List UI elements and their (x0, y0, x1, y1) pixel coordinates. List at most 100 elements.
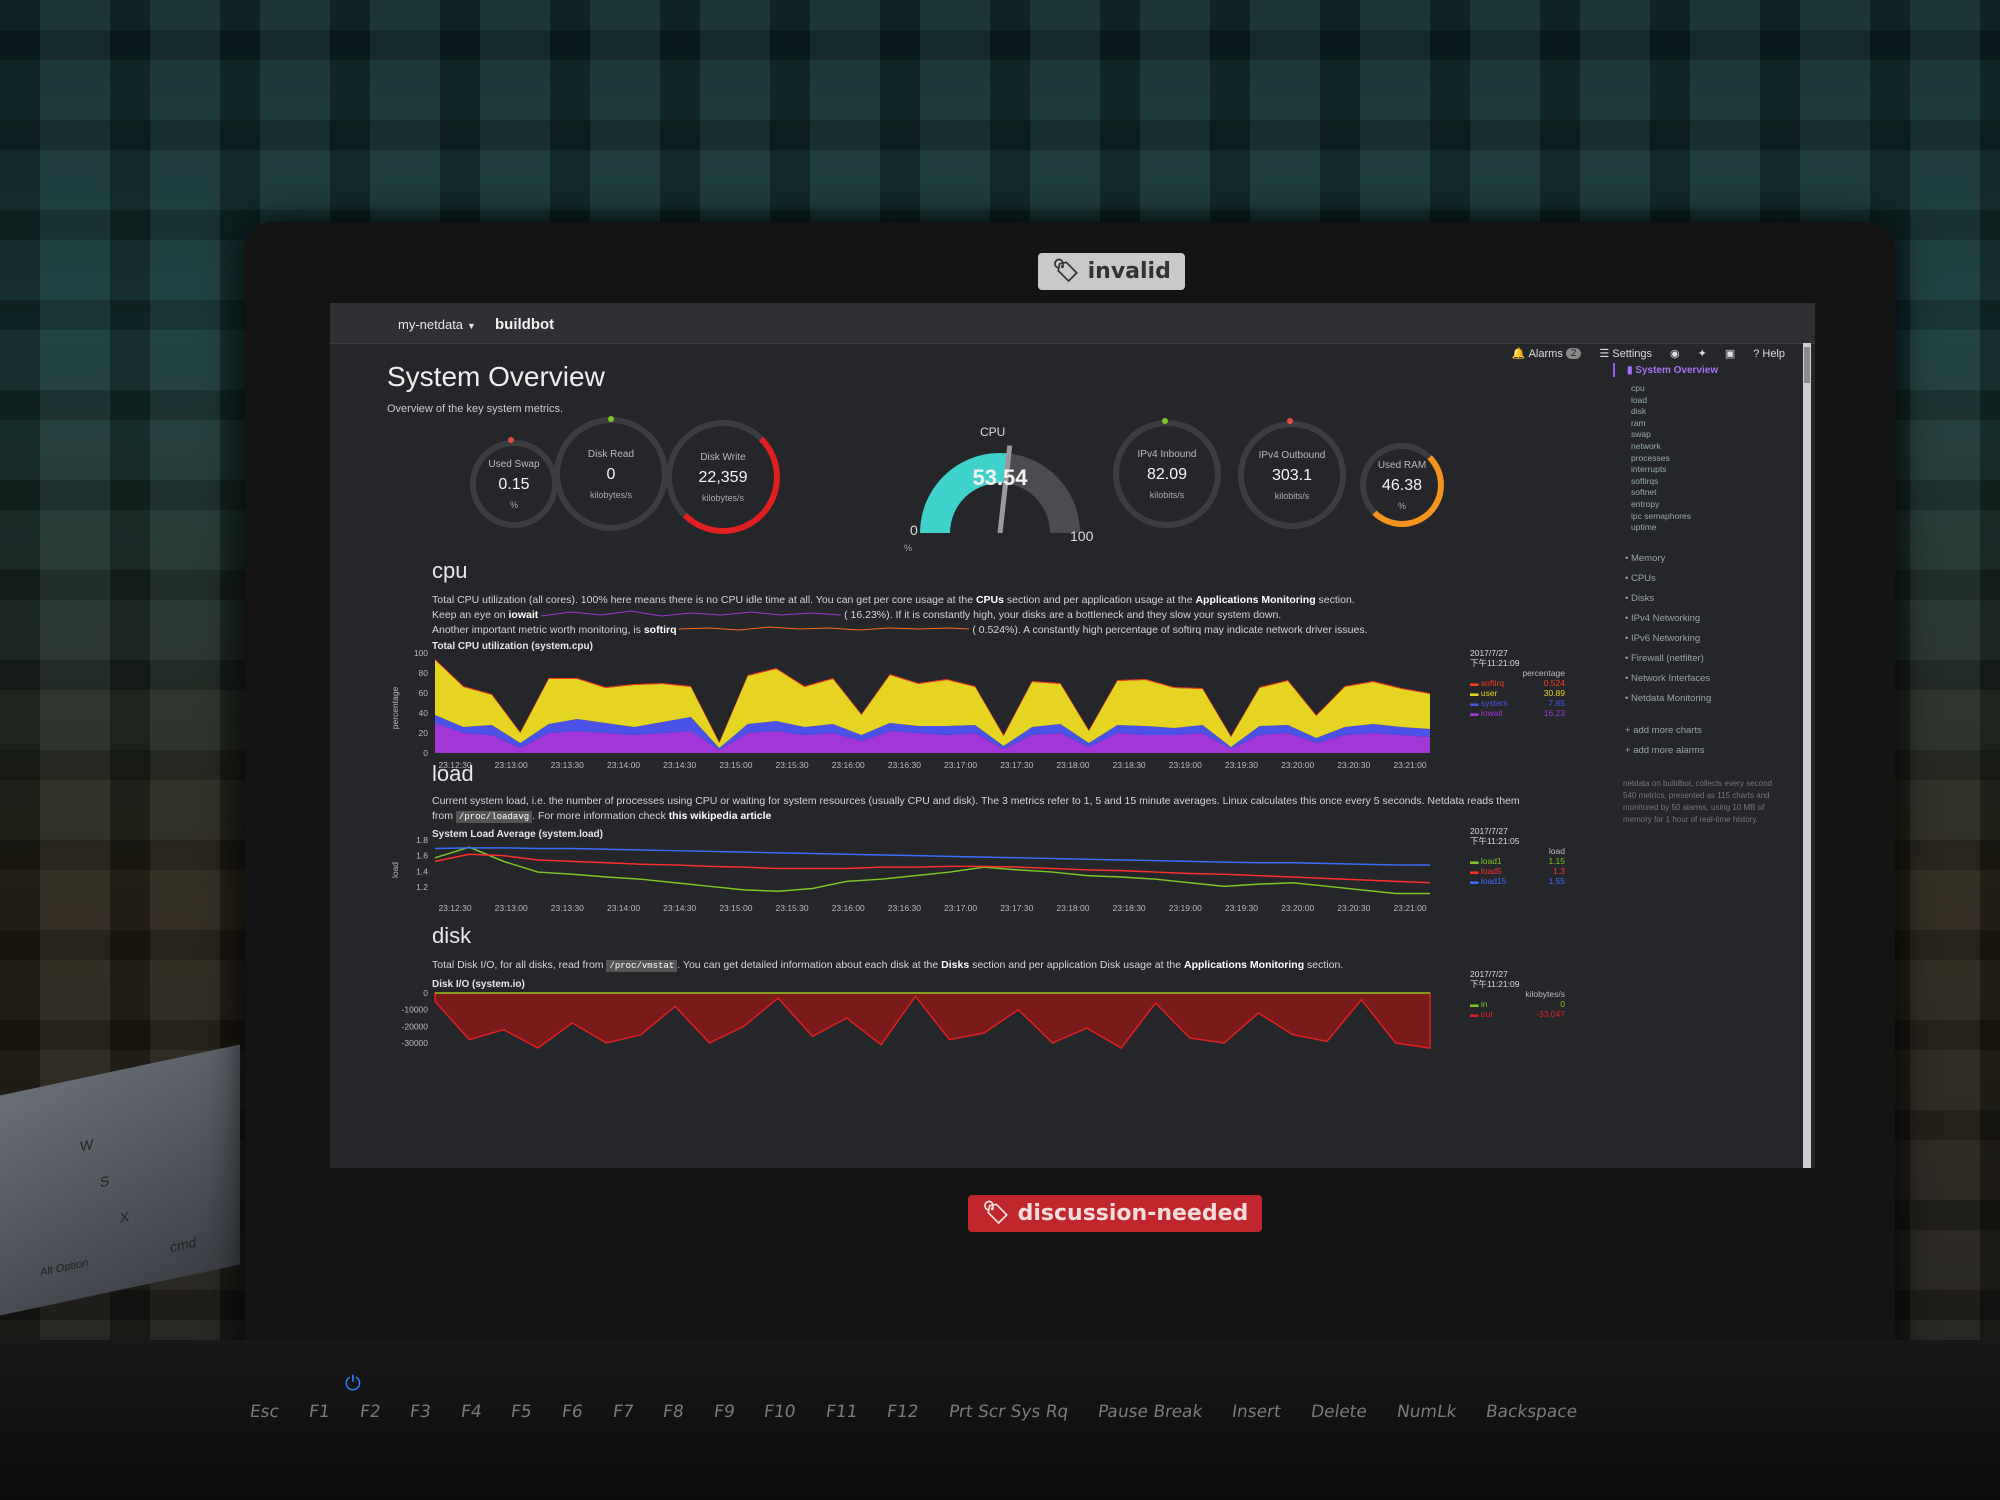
sidebar-item-memory[interactable]: • Memory (1625, 553, 1665, 564)
page-scrollbar-thumb[interactable] (1804, 347, 1810, 383)
tag-icon: 🏷 (1052, 259, 1080, 284)
load-legend-load15[interactable]: ▬ load15 1.55 (1470, 876, 1565, 886)
cpu-xtick: 23:17:30 (1000, 760, 1033, 770)
load-legend-load1[interactable]: ▬ load1 1.15 (1470, 856, 1565, 866)
power-icon: ⏻ (345, 1373, 361, 1395)
cpu-xtick: 23:15:30 (776, 760, 809, 770)
cpus-link[interactable]: CPUs (976, 594, 1004, 606)
load-legend-load5[interactable]: ▬ load5 1.3 (1470, 866, 1565, 876)
cpu-legend-system[interactable]: ▬ system 7.85 (1470, 698, 1565, 708)
sidebar-sub-processes[interactable]: processes (1631, 453, 1670, 463)
cpu-xtick: 23:13:30 (551, 760, 584, 770)
sidebar-item-system-overview[interactable]: ▮ System Overview (1627, 365, 1718, 376)
disk-legend-in[interactable]: ▬ in 0 (1470, 999, 1565, 1009)
cpu-legend-user[interactable]: ▬ user 30.89 (1470, 688, 1565, 698)
sidebar-item-firewall-netfilter-[interactable]: • Firewall (netfilter) (1625, 653, 1704, 664)
cpu-ytick: 100 (414, 648, 428, 658)
legend-series-value: 7.85 (1548, 698, 1565, 708)
cpu-xtick: 23:16:30 (888, 760, 921, 770)
load-xtick: 23:14:00 (607, 903, 640, 913)
key-pause-break: Pause Break (1096, 1402, 1204, 1422)
key-f9: F9 (712, 1402, 736, 1422)
key-f1: F1 (307, 1402, 331, 1422)
key-x: X (120, 1208, 130, 1226)
sidebar-item-netdata-monitoring[interactable]: • Netdata Monitoring (1625, 693, 1711, 704)
legend-series-name: ▬ load1 (1470, 856, 1502, 866)
wikipedia-link[interactable]: this wikipedia article (669, 810, 772, 822)
sidebar-sub-entropy[interactable]: entropy (1631, 499, 1659, 509)
key-delete: Delete (1309, 1402, 1369, 1422)
alarms-button[interactable]: 🔔 Alarms 2 (1512, 347, 1582, 360)
cpu-desc-line2: Keep an eye on iowait ( 16.23%). If it i… (432, 609, 1282, 621)
disk-legend-out[interactable]: ▬ out -33,047 (1470, 1009, 1565, 1019)
load-xtick: 23:13:00 (495, 903, 528, 913)
gauge-ipv4-inbound[interactable]: IPv4 Inbound 82.09 kilobits/s (1113, 420, 1221, 528)
legend-time: 下午11:21:05 (1470, 836, 1520, 846)
applications-monitoring-link[interactable]: Applications Monitoring (1184, 959, 1304, 971)
gauge-cpu[interactable]: 53.54 0 100 % (900, 423, 1100, 553)
legend-date: 2017/7/27 (1470, 969, 1508, 979)
load-xtick: 23:15:00 (719, 903, 752, 913)
sidebar-sub-interrupts[interactable]: interrupts (1631, 464, 1666, 474)
sidebar-sub-cpu[interactable]: cpu (1631, 383, 1645, 393)
sidebar-item-cpus[interactable]: • CPUs (1625, 573, 1656, 584)
server-dropdown[interactable]: my-netdata ▼ (398, 317, 476, 332)
disks-link[interactable]: Disks (941, 959, 969, 971)
legend-unit: percentage (1522, 668, 1565, 678)
sidebar-sub-swap[interactable]: swap (1631, 429, 1651, 439)
cpu-xtick: 23:17:00 (944, 760, 977, 770)
sidebar-sub-softnet[interactable]: softnet (1631, 487, 1657, 497)
gauge-used-swap[interactable]: Used Swap 0.15 % (470, 440, 558, 528)
legend-date: 2017/7/27 (1470, 826, 1508, 836)
add-more-charts-link[interactable]: + add more charts (1625, 725, 1702, 736)
sidebar-item-ipv6-networking[interactable]: • IPv6 Networking (1625, 633, 1700, 644)
legend-series-value: 1.3 (1553, 866, 1565, 876)
legend-series-name: ▬ in (1470, 999, 1488, 1009)
sidebar-item-disks[interactable]: • Disks (1625, 593, 1654, 604)
add-more-alarms-link[interactable]: + add more alarms (1625, 745, 1704, 756)
applications-monitoring-link[interactable]: Applications Monitoring (1195, 594, 1315, 606)
load-xtick: 23:14:30 (663, 903, 696, 913)
legend-series-name: ▬ iowait (1470, 708, 1503, 718)
key-esc: Esc (248, 1402, 281, 1422)
legend-unit: load (1548, 846, 1565, 856)
gauge-ipv4-outbound[interactable]: IPv4 Outbound 303.1 kilobits/s (1238, 421, 1346, 529)
load-xtick: 23:21:00 (1393, 903, 1426, 913)
load-xtick: 23:20:30 (1337, 903, 1370, 913)
gauge-used-ram[interactable]: Used RAM 46.38 % (1360, 443, 1444, 527)
disk-ytick: 0 (423, 988, 428, 998)
legend-series-value: 30.89 (1543, 688, 1565, 698)
sidebar-sub-uptime[interactable]: uptime (1631, 522, 1657, 532)
legend-unit: kilobytes/s (1525, 989, 1565, 999)
page-scrollbar[interactable] (1803, 343, 1811, 1168)
cpu-legend-iowait[interactable]: ▬ iowait 16.23 (1470, 708, 1565, 718)
gauge-disk-read[interactable]: Disk Read 0 kilobytes/s (554, 417, 668, 531)
gauge-disk-write[interactable]: Disk Write 22,359 kilobytes/s (666, 420, 780, 534)
sidebar-sub-network[interactable]: network (1631, 441, 1661, 451)
sidebar-sub-disk[interactable]: disk (1631, 406, 1646, 416)
load-ytick: 1.4 (416, 866, 428, 876)
disk-chart[interactable]: 0 -10000 -20000 -30000 (390, 983, 1440, 1053)
gauge-marker (1162, 418, 1168, 424)
gauge-marker (508, 437, 514, 443)
function-key-row: Esc F1 F2 F3 F4 F5 F6 F7 F8 F9 F10 F11 F12 Prt Scr Sy… (248, 1402, 1579, 1422)
sidebar-item-ipv4-networking[interactable]: • IPv4 Networking (1625, 613, 1700, 624)
load-chart[interactable]: load 1.8 1.6 1.4 1.2 23:12:30 23:13:00 23:13:30… (390, 835, 1440, 915)
sidebar-sub-softirqs[interactable]: softirqs (1631, 476, 1658, 486)
key-insert: Insert (1230, 1402, 1283, 1422)
plus-icon: + (1625, 745, 1634, 756)
cpu-ytick: 40 (419, 708, 429, 718)
bell-icon: 🔔 (1511, 348, 1526, 360)
sidebar-sub-ipc-semaphores[interactable]: ipc semaphores (1631, 511, 1691, 521)
sidebar-sub-ram[interactable]: ram (1631, 418, 1646, 428)
cpu-xtick: 23:15:00 (719, 760, 752, 770)
key-backspace: Backspace (1484, 1402, 1579, 1422)
legend-series-value: 0.524 (1543, 678, 1565, 688)
cpu-legend-softirq[interactable]: ▬ softirq 0.524 (1470, 678, 1565, 688)
sidebar-item-network-interfaces[interactable]: • Network Interfaces (1625, 673, 1710, 684)
cpu-ytick: 0 (423, 748, 428, 758)
sidebar-sub-load[interactable]: load (1631, 395, 1647, 405)
load-ytick: 1.2 (416, 882, 428, 892)
host-name[interactable]: buildbot (495, 316, 554, 333)
cpu-chart[interactable]: percentage10080604020023:12:30 23:13:00 23… (390, 648, 1440, 773)
